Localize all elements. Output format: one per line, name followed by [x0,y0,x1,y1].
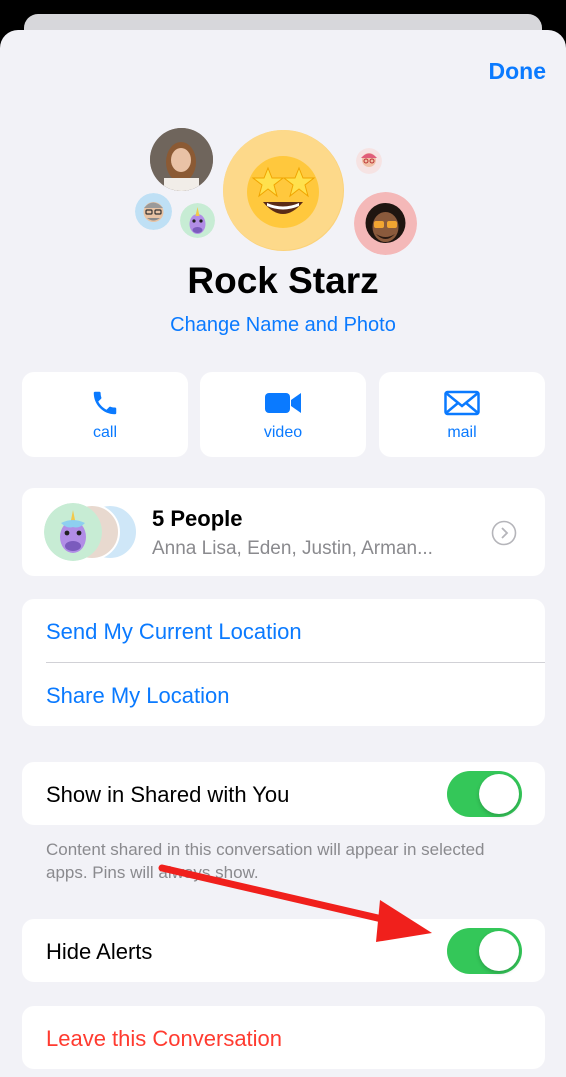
conversation-details-sheet: Done Rock Starz Change Name and Photo ca… [0,30,566,1077]
annotation-arrow [158,864,432,942]
